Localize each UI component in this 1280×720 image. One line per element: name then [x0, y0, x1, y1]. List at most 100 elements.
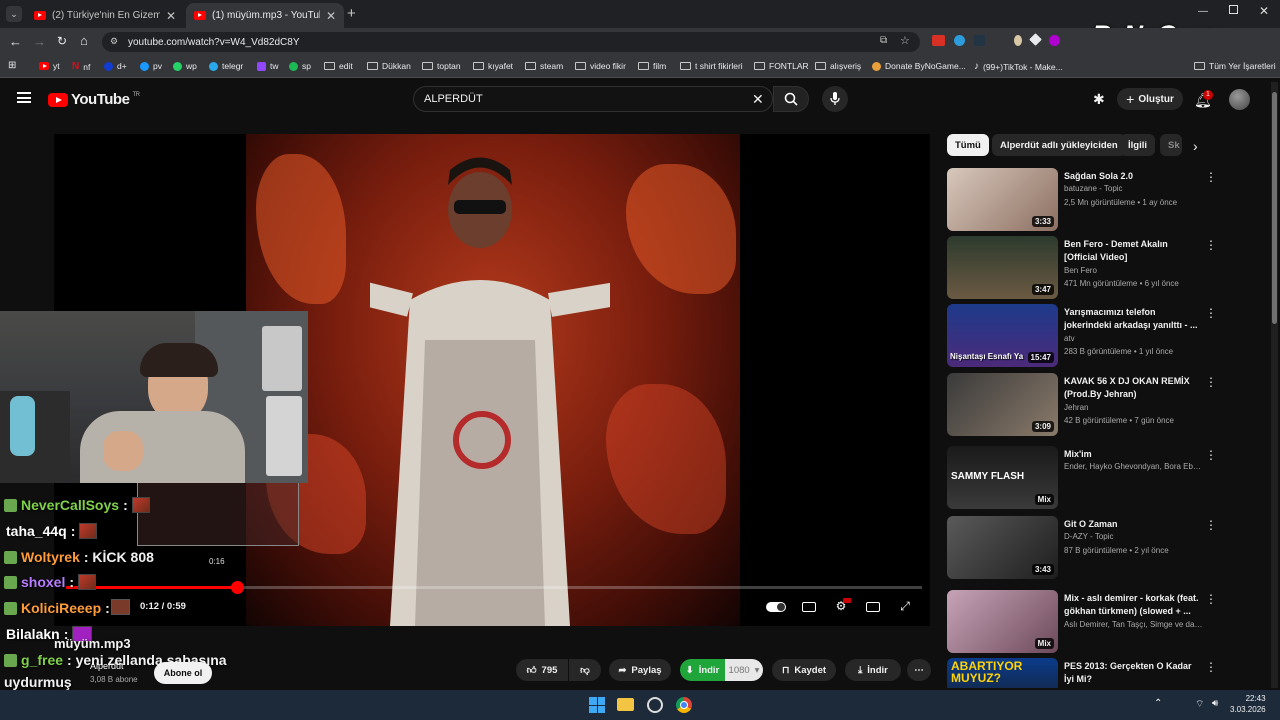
more-vert-icon[interactable]: ⋮ — [1205, 592, 1217, 606]
new-tab-icon[interactable]: + — [347, 5, 356, 22]
browser-tab[interactable]: (2) Türkiye'nin En Gizemli Olayı ✕ — [26, 3, 184, 28]
bookmark-video-fikir[interactable]: video fikir — [575, 61, 626, 71]
chip-from-uploader[interactable]: Alperdüt adlı yükleyiciden — [992, 134, 1126, 156]
extension-puzzle-icon[interactable]: ✱ — [1093, 91, 1105, 108]
subscribe-button[interactable]: Abone ol — [154, 662, 212, 684]
bookmark-toptan[interactable]: toptan — [422, 61, 461, 71]
chip-more[interactable]: Sk — [1160, 134, 1182, 156]
bookmark-steam[interactable]: steam — [525, 61, 563, 71]
create-button[interactable]: + Oluştur — [1117, 88, 1183, 110]
chip-related[interactable]: İlgili — [1120, 134, 1155, 156]
bookmark-edit[interactable]: edit — [324, 61, 353, 71]
tab-search-icon[interactable]: ⌄ — [6, 6, 22, 22]
bookmark-telegr[interactable]: telegr — [209, 61, 243, 71]
extension-abp-icon[interactable] — [932, 35, 945, 46]
video-thumbnail[interactable]: ABARTIYOR MUYUZ? — [947, 658, 1058, 688]
more-vert-icon[interactable]: ⋮ — [1205, 448, 1217, 462]
recommended-video[interactable]: SAMMY FLASH Mix Mix'im Ender, Hayko Ghev… — [947, 446, 1217, 510]
bookmark-tw[interactable]: tw — [257, 61, 279, 71]
share-button[interactable]: ➦ Paylaş — [609, 659, 671, 681]
close-tab-icon[interactable]: ✕ — [326, 9, 336, 23]
cast-icon[interactable]: ⧉ — [880, 35, 887, 46]
maximize-icon[interactable] — [1229, 5, 1238, 14]
search-input[interactable]: ALPERDÜT ✕ — [413, 86, 773, 112]
recommended-video[interactable]: 3:33 Sağdan Sola 2.0 batuzane - Topic 2,… — [947, 168, 1217, 232]
app-icon[interactable] — [647, 697, 663, 713]
bookmark-star-icon[interactable]: ☆ — [900, 34, 910, 47]
avatar[interactable] — [1229, 89, 1250, 110]
bookmark-dukkan[interactable]: Dükkan — [367, 61, 411, 71]
chip-all[interactable]: Tümü — [947, 134, 989, 156]
dislike-button[interactable]: 👎︎ — [569, 659, 601, 681]
all-bookmarks[interactable]: Tüm Yer İşaretleri — [1194, 61, 1276, 71]
chips-next-chevron-icon[interactable]: › — [1193, 138, 1198, 154]
bookmark-dplus[interactable]: d+ — [104, 61, 127, 71]
bookmark-tiktok[interactable]: ♪ (99+)TikTok - Make... — [974, 61, 1063, 72]
fullscreen-icon[interactable]: ⤢ — [896, 599, 914, 615]
address-bar[interactable]: ⚙ youtube.com/watch?v=W4_Vd82dC8Y ⧉ ☆ — [102, 32, 920, 52]
tray-network-icon[interactable]: ⌔ — [1195, 698, 1204, 711]
hamburger-menu-icon[interactable] — [17, 92, 31, 103]
youtube-logo[interactable]: YouTube TR — [48, 91, 140, 108]
more-vert-icon[interactable]: ⋮ — [1205, 375, 1217, 389]
more-vert-icon[interactable]: ⋮ — [1205, 238, 1217, 252]
chrome-icon[interactable] — [676, 697, 692, 713]
extension-pin-icon[interactable] — [1014, 35, 1022, 46]
scrollbar-thumb[interactable] — [1272, 92, 1277, 324]
recommended-video[interactable]: 3:09 KAVAK 56 X DJ OKAN REMİX (Prod.By J… — [947, 373, 1217, 437]
extension-purple-icon[interactable] — [1049, 35, 1060, 46]
video-thumbnail[interactable]: Nişantaşı Esnafı Ya 15:47 — [947, 304, 1058, 367]
reload-icon[interactable]: ↻ — [57, 34, 67, 48]
video-thumbnail[interactable]: SAMMY FLASH Mix — [947, 446, 1058, 509]
like-button[interactable]: 👍︎ 795 — [516, 659, 568, 681]
more-vert-icon[interactable]: ⋮ — [1205, 306, 1217, 320]
tray-chevron-icon[interactable]: ⌃ — [1154, 698, 1162, 709]
subtitles-icon[interactable] — [800, 599, 818, 615]
extension-box-icon[interactable] — [974, 35, 985, 46]
autoplay-toggle[interactable] — [766, 599, 788, 615]
more-vert-icon[interactable]: ⋮ — [1205, 518, 1217, 532]
bookmark-fontlar[interactable]: FONTLAR — [754, 61, 809, 71]
windows-start-icon[interactable] — [589, 697, 605, 713]
bookmark-donate[interactable]: Donate ByNoGame... — [872, 61, 966, 71]
home-icon[interactable]: ⌂ — [80, 33, 88, 48]
clear-search-icon[interactable]: ✕ — [752, 91, 764, 108]
video-thumbnail[interactable]: 3:43 — [947, 516, 1058, 579]
voice-search-button[interactable] — [822, 86, 848, 112]
channel-name[interactable]: Alperdüt — [90, 661, 124, 671]
recommended-video[interactable]: 3:47 Ben Fero - Demet Akalın [Official V… — [947, 236, 1217, 300]
minimize-icon[interactable]: — — [1198, 6, 1208, 17]
recommended-video[interactable]: ABARTIYOR MUYUZ? PES 2013: Gerçekten O K… — [947, 658, 1217, 688]
video-thumbnail[interactable]: 3:09 — [947, 373, 1058, 436]
recommended-video[interactable]: Nişantaşı Esnafı Ya 15:47 Yarışmacımızı … — [947, 304, 1217, 368]
bookmark-wp[interactable]: wp — [173, 61, 197, 71]
back-icon[interactable]: ← — [9, 34, 22, 49]
quality-select[interactable]: 1080 ▾ — [725, 659, 763, 681]
miniplayer-icon[interactable] — [864, 599, 882, 615]
close-window-icon[interactable]: ✕ — [1259, 4, 1269, 18]
site-info-icon[interactable]: ⚙ — [110, 36, 118, 47]
bookmark-pv[interactable]: pv — [140, 61, 162, 71]
extension-diamond-icon[interactable] — [1029, 33, 1042, 46]
recommended-video[interactable]: 3:43 Git O Zaman D-AZY - Topic 87 B görü… — [947, 516, 1217, 580]
bookmark-kiyafet[interactable]: kıyafet — [473, 61, 513, 71]
close-tab-icon[interactable]: ✕ — [166, 9, 176, 23]
bookmark-film[interactable]: film — [638, 61, 666, 71]
bookmark-sp[interactable]: sp — [289, 61, 311, 71]
search-button[interactable] — [773, 86, 809, 112]
extension-dash-icon[interactable] — [994, 35, 1005, 46]
tray-volume-icon[interactable]: 🔊︎ — [1212, 698, 1218, 709]
bookmark-nf[interactable]: Nnf — [72, 61, 90, 72]
more-vert-icon[interactable]: ⋮ — [1205, 170, 1217, 184]
file-explorer-icon[interactable] — [617, 698, 634, 711]
bookmark-alisveris[interactable]: alışveriş — [815, 61, 861, 71]
more-actions-button[interactable]: ⋯ — [907, 659, 931, 681]
bookmark-tshirt[interactable]: t shirt fikirleri — [680, 61, 743, 71]
clock[interactable]: 22:43 3.03.2026 — [1230, 693, 1266, 715]
browser-tab-active[interactable]: (1) müyüm.mp3 - YouTube ✕ — [186, 3, 344, 28]
forward-icon[interactable]: → — [33, 34, 46, 49]
extension-globe-icon[interactable] — [954, 35, 965, 46]
download-video-button[interactable]: ⤓ İndir — [845, 659, 901, 681]
apps-grid-icon[interactable]: ⊞ — [8, 60, 16, 71]
download-button[interactable]: ⬇ İndir — [680, 659, 725, 681]
